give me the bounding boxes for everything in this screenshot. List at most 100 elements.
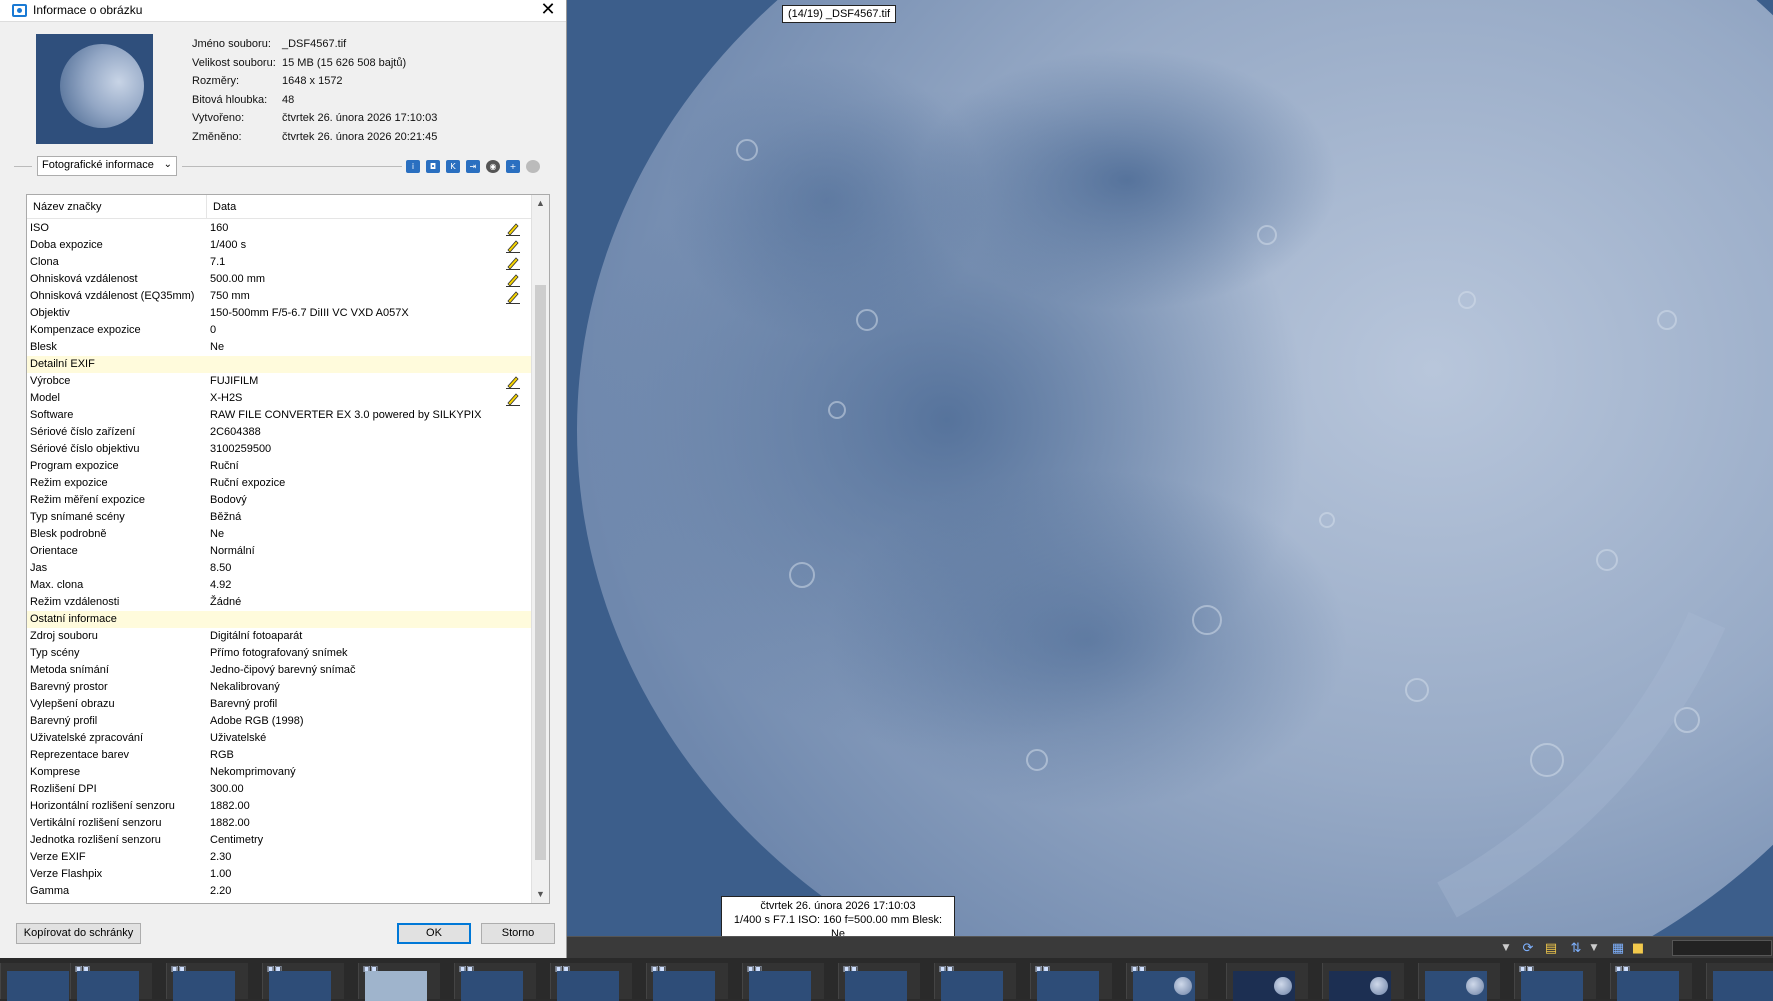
scroll-down-icon[interactable]: ▼	[532, 886, 549, 903]
tag-name-cell: Jas	[30, 562, 48, 574]
info-category-select[interactable]: Fotografické informace ⌄	[37, 156, 177, 176]
table-row[interactable]: Vertikální rozlišení senzoru 1882.00	[27, 815, 531, 832]
table-row[interactable]: Jas 8.50	[27, 560, 531, 577]
thumbnail[interactable]: ▣▣	[358, 963, 440, 1001]
export-icon[interactable]: ⇥	[466, 160, 480, 173]
table-row[interactable]: Jednotka rozlišení senzoru Centimetry	[27, 832, 531, 849]
add-icon[interactable]: +	[506, 160, 520, 173]
column-header-tag[interactable]: Název značky	[27, 195, 207, 218]
tag-name-cell: Program expozice	[30, 460, 119, 472]
scrollbar-thumb[interactable]	[535, 285, 546, 860]
table-row[interactable]: Barevný profil Adobe RGB (1998)	[27, 713, 531, 730]
scrollbar[interactable]: ▲ ▼	[531, 195, 549, 903]
table-row[interactable]: Zdroj souboru Digitální fotoaparát	[27, 628, 531, 645]
folder-browse-icon[interactable]: ▤	[1542, 940, 1560, 956]
table-row[interactable]: Výrobce FUJIFILM	[27, 373, 531, 390]
tag-name-cell: Typ scény	[30, 647, 80, 659]
edit-pencil-icon[interactable]	[505, 238, 521, 253]
thumbnail[interactable]: ▣▣	[262, 963, 344, 1001]
table-row[interactable]: Reprezentace barev RGB	[27, 747, 531, 764]
table-row[interactable]: Metoda snímání Jedno-čipový barevný sníma…	[27, 662, 531, 679]
refresh-icon[interactable]: ⟳	[1519, 940, 1537, 956]
table-row[interactable]: Komprese Nekomprimovaný	[27, 764, 531, 781]
table-row[interactable]: Software RAW FILE CONVERTER EX 3.0 powere…	[27, 407, 531, 424]
table-row[interactable]: Sériové číslo objektivu 3100259500	[27, 441, 531, 458]
sort-icon[interactable]: ⇅	[1567, 940, 1585, 956]
status-dot-icon[interactable]	[526, 160, 540, 173]
thumbnail[interactable]	[1322, 963, 1404, 1001]
thumbnail[interactable]: ▣▣	[1514, 963, 1596, 1001]
ok-button[interactable]: OK	[397, 923, 471, 944]
folder-icon[interactable]: ■	[1629, 940, 1647, 956]
thumbnail[interactable]: ▣▣	[838, 963, 920, 1001]
table-row[interactable]: Režim měření expozice Bodový	[27, 492, 531, 509]
table-section-header[interactable]: Detailní EXIF	[27, 356, 531, 373]
edit-pencil-icon[interactable]	[505, 221, 521, 236]
thumbnail[interactable]: ▣▣	[1610, 963, 1692, 1001]
table-row[interactable]: Vylepšení obrazu Barevný profil	[27, 696, 531, 713]
thumbnail[interactable]: ▣▣	[646, 963, 728, 1001]
close-button[interactable]: ✕	[538, 0, 558, 20]
table-row[interactable]: Ohnisková vzdálenost (EQ35mm) 750 mm	[27, 288, 531, 305]
thumbnail[interactable]: ▣▣	[70, 963, 152, 1001]
image-viewer[interactable]	[567, 0, 1773, 936]
dropdown-arrow-icon[interactable]: ▼	[1497, 940, 1515, 956]
table-row[interactable]: ISO 160	[27, 220, 531, 237]
table-row[interactable]: Blesk podrobně Ne	[27, 526, 531, 543]
thumbnail[interactable]: ▣▣	[166, 963, 248, 1001]
dialog-titlebar[interactable]: Informace o obrázku ✕	[0, 0, 566, 22]
table-row[interactable]: Verze EXIF 2.30	[27, 849, 531, 866]
tag-value-cell: 3100259500	[210, 443, 272, 455]
table-row[interactable]: Max. clona 4.92	[27, 577, 531, 594]
table-row[interactable]: Barevný prostor Nekalibrovaný	[27, 679, 531, 696]
table-row[interactable]: Rozlišení DPI 300.00	[27, 781, 531, 798]
table-row[interactable]: Ohnisková vzdálenost 500.00 mm	[27, 271, 531, 288]
table-row[interactable]: Typ scény Přímo fotografovaný snímek	[27, 645, 531, 662]
edit-pencil-icon[interactable]	[505, 374, 521, 389]
scroll-up-icon[interactable]: ▲	[532, 195, 549, 212]
table-row[interactable]: Režim vzdálenosti Žádné	[27, 594, 531, 611]
table-row[interactable]: Sériové číslo zařízení 2C604388	[27, 424, 531, 441]
edit-pencil-icon[interactable]	[505, 255, 521, 270]
thumbnail[interactable]: ▣▣	[1030, 963, 1112, 1001]
table-row[interactable]: Verze Flashpix 1.00	[27, 866, 531, 883]
column-header-data[interactable]: Data	[207, 195, 549, 218]
keyword-icon[interactable]: K	[446, 160, 460, 173]
copy-to-clipboard-button[interactable]: Kopírovat do schránky	[16, 923, 141, 944]
table-row[interactable]: Typ snímané scény Běžná	[27, 509, 531, 526]
edit-pencil-icon[interactable]	[505, 289, 521, 304]
thumbnail[interactable]: ▣▣	[742, 963, 824, 1001]
table-row[interactable]: Doba expozice 1/400 s	[27, 237, 531, 254]
info-icon[interactable]: i	[406, 160, 420, 173]
table-row[interactable]: Uživatelské zpracování Uživatelské	[27, 730, 531, 747]
thumbnail[interactable]: ▣▣	[550, 963, 632, 1001]
tag-name-cell: Vertikální rozlišení senzoru	[30, 817, 162, 829]
table-row[interactable]: Kompenzace expozice 0	[27, 322, 531, 339]
thumbnail[interactable]: ▣▣	[1126, 963, 1208, 1001]
table-row[interactable]: Gamma 2.20	[27, 883, 531, 900]
table-row[interactable]: Režim expozice Ruční expozice	[27, 475, 531, 492]
table-row[interactable]: Clona 7.1	[27, 254, 531, 271]
thumbnail[interactable]: ▣▣	[934, 963, 1016, 1001]
thumbnail[interactable]	[1706, 963, 1773, 1001]
table-row[interactable]: Orientace Normální	[27, 543, 531, 560]
camera-icon[interactable]: ◘	[426, 160, 440, 173]
table-row[interactable]: Objektiv 150-500mm F/5-6.7 DiIII VC VXD A…	[27, 305, 531, 322]
edit-pencil-icon[interactable]	[505, 272, 521, 287]
thumbnail[interactable]	[1418, 963, 1500, 1001]
tag-name-cell: Kompenzace expozice	[30, 324, 141, 336]
table-section-header[interactable]: Ostatní informace	[27, 611, 531, 628]
thumbnail-selected[interactable]	[1226, 963, 1308, 1001]
filter-input[interactable]	[1672, 940, 1772, 956]
table-row[interactable]: Horizontální rozlišení senzoru 1882.00	[27, 798, 531, 815]
table-row[interactable]: Program expozice Ruční	[27, 458, 531, 475]
tag-name-cell: Objektiv	[30, 307, 70, 319]
sort-dropdown-icon[interactable]: ▼	[1585, 940, 1603, 956]
cancel-button[interactable]: Storno	[481, 923, 555, 944]
table-row[interactable]: Blesk Ne	[27, 339, 531, 356]
thumbnail[interactable]: ▣▣	[454, 963, 536, 1001]
table-row[interactable]: Model X-H2S	[27, 390, 531, 407]
view-mode-icon[interactable]: ▦	[1609, 940, 1627, 956]
globe-icon[interactable]: ◉	[486, 160, 500, 173]
edit-pencil-icon[interactable]	[505, 391, 521, 406]
